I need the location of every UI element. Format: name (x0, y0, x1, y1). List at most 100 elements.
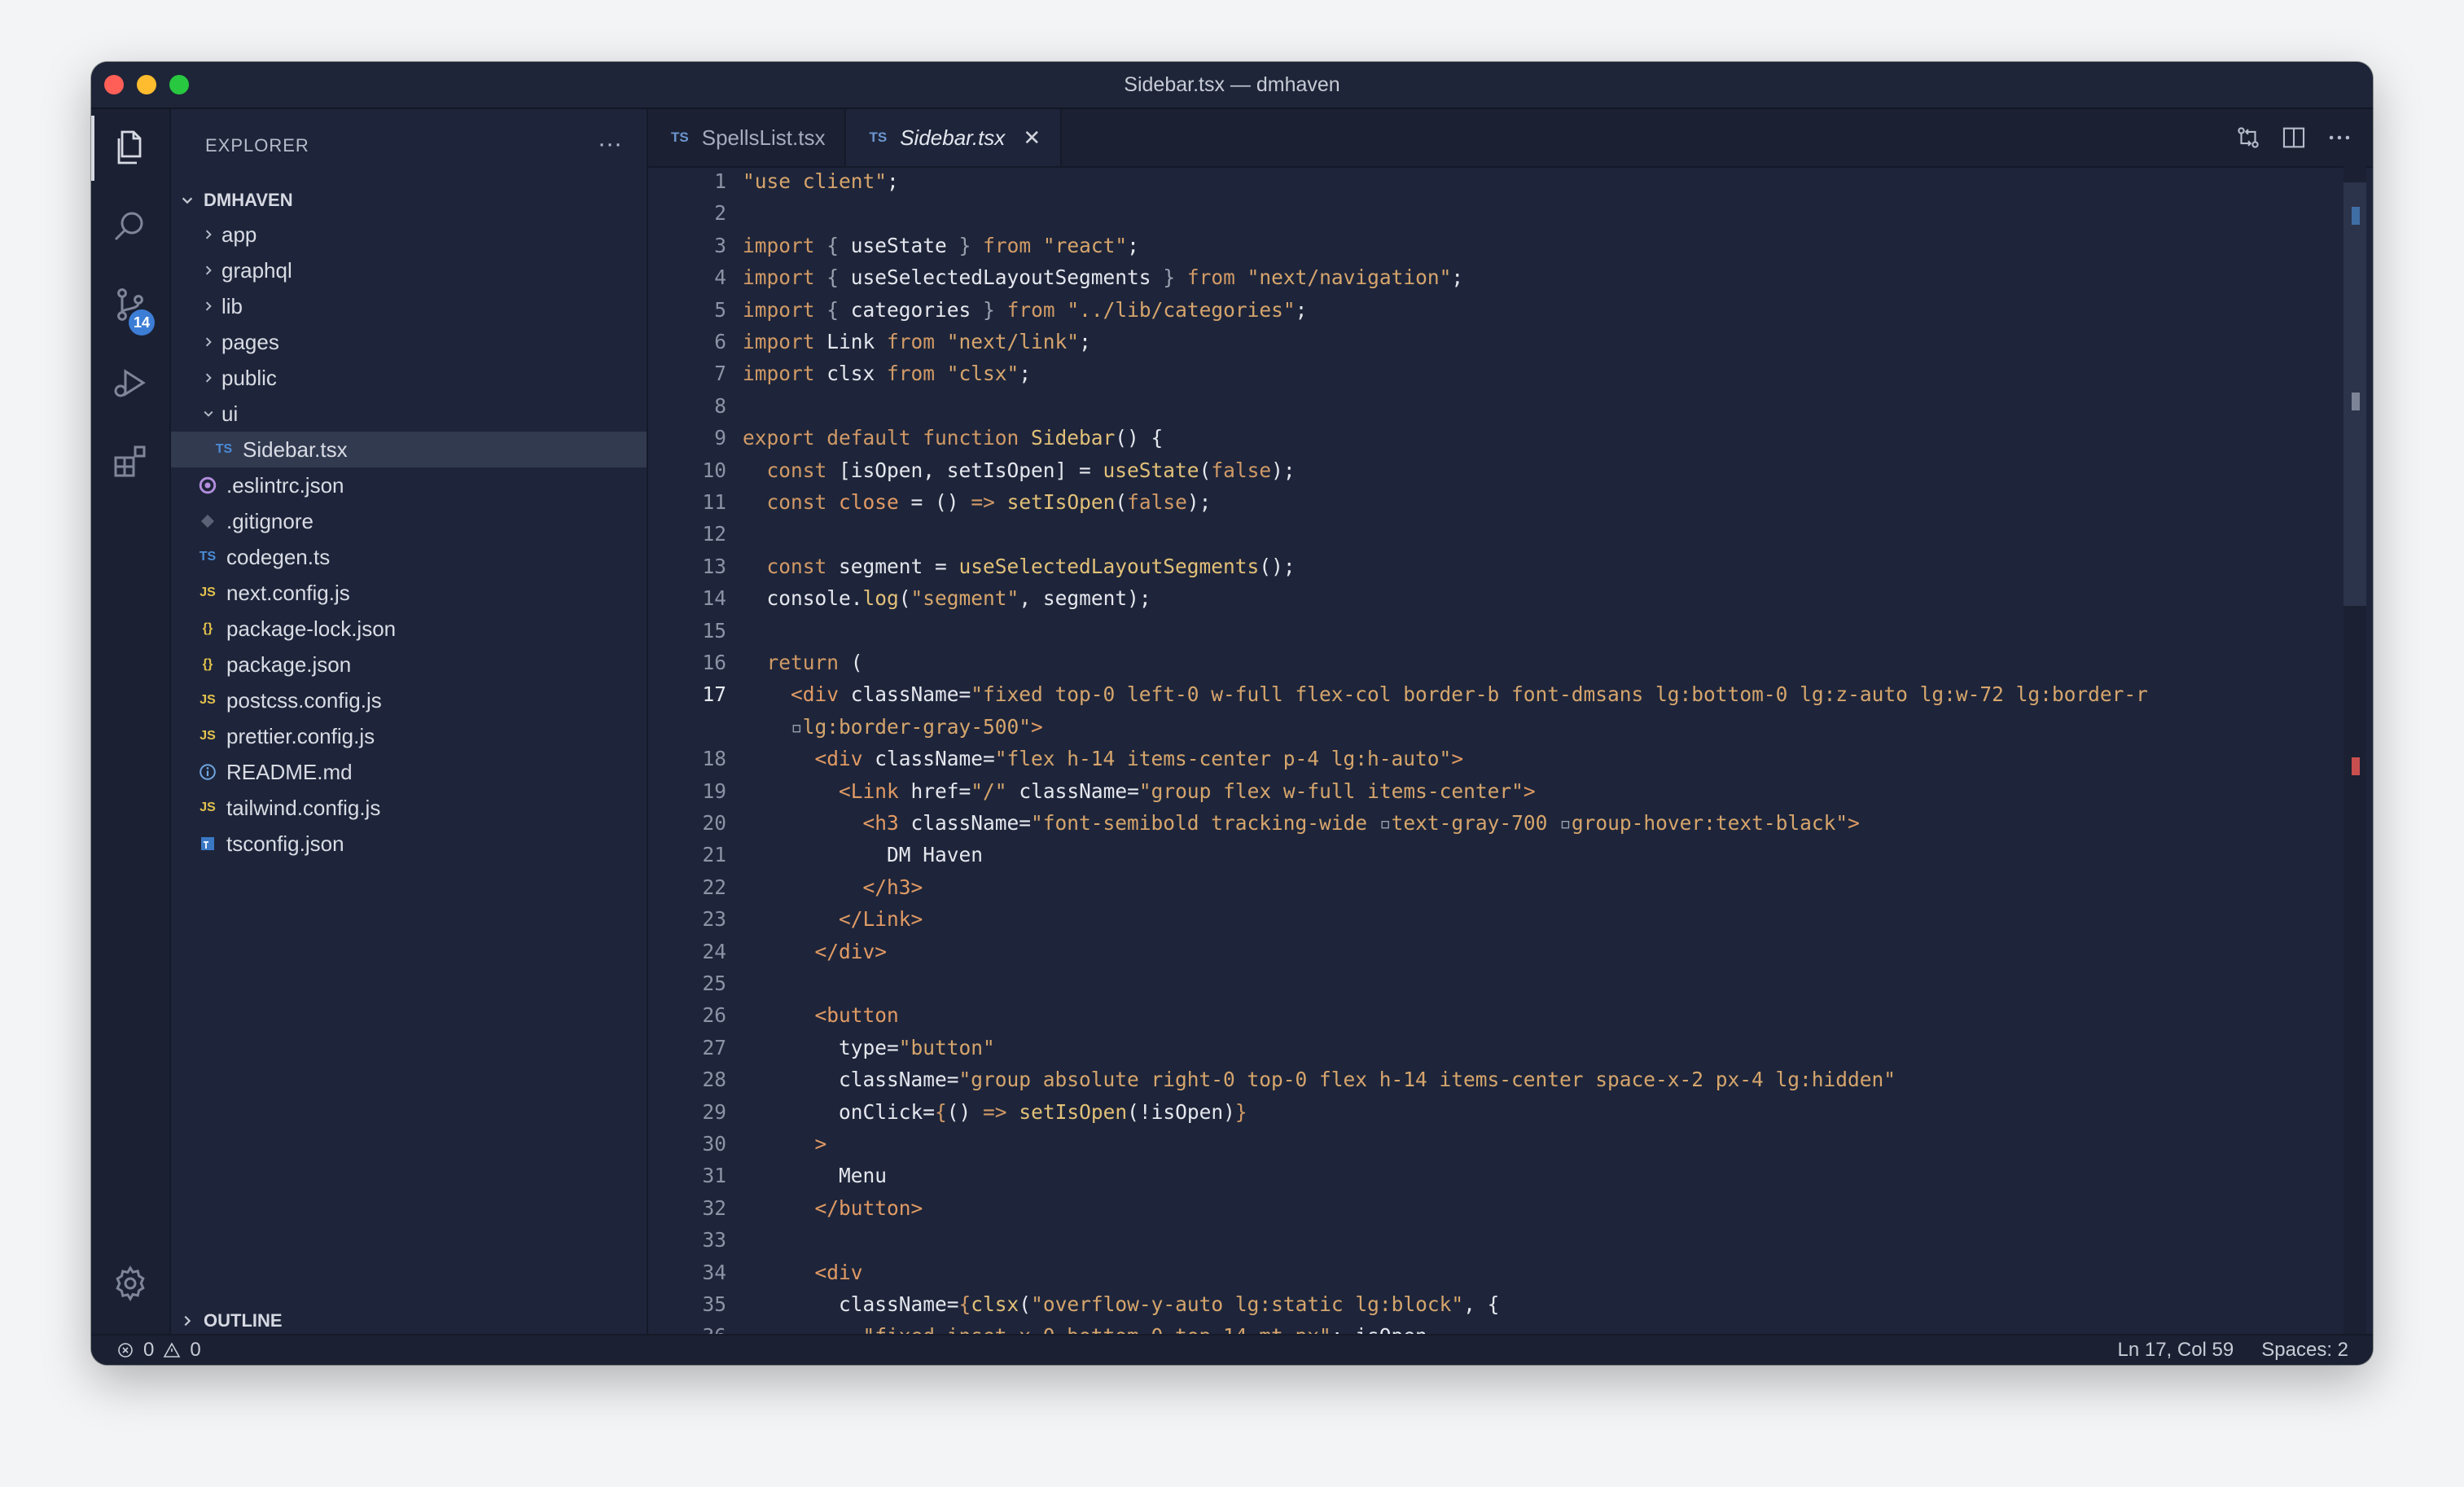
code-line[interactable]: 3 import { useState } from "react"; (648, 230, 2342, 261)
code-line[interactable]: 30 > (648, 1129, 2342, 1160)
close-icon[interactable]: ✕ (1023, 125, 1041, 151)
code-line[interactable]: 1 "use client"; (648, 166, 2342, 197)
code-line[interactable]: 7 import clsx from "clsx"; (648, 358, 2342, 389)
chevron-right-icon (195, 371, 221, 384)
tab-label: SpellsList.tsx (701, 125, 826, 150)
tree-folder-pages[interactable]: pages (171, 324, 647, 360)
line-source: const [isOpen, setIsOpen] = useState(fal… (743, 455, 1296, 486)
tree-file-next-config[interactable]: JS next.config.js (171, 575, 647, 611)
search-activity-button[interactable] (91, 187, 169, 265)
cursor-position[interactable]: Ln 17, Col 59 (2117, 1339, 2234, 1362)
source-control-activity-button[interactable]: 14 (91, 265, 169, 344)
tree-folder-app[interactable]: app (171, 217, 647, 252)
code-line[interactable]: 16 return ( (648, 647, 2342, 678)
code-line[interactable]: 4 import { useSelectedLayoutSegments } fr… (648, 262, 2342, 293)
code-line[interactable]: 31 Menu (648, 1160, 2342, 1191)
code-line[interactable]: 2 (648, 198, 2342, 229)
code-line[interactable]: 18 <div className="flex h-14 items-cente… (648, 744, 2342, 774)
code-line[interactable]: 22 </h3> (648, 872, 2342, 903)
tree-folder-graphql[interactable]: graphql (171, 252, 647, 288)
minimize-window-button[interactable] (137, 75, 156, 94)
more-actions-icon[interactable]: ··· (598, 130, 622, 158)
code-line[interactable]: 35 className={clsx("overflow-y-auto lg:s… (648, 1289, 2342, 1320)
more-actions-icon[interactable] (2326, 124, 2353, 151)
run-debug-activity-button[interactable] (91, 344, 169, 422)
tree-folder-ui[interactable]: ui (171, 396, 647, 432)
code-line[interactable]: 25 (648, 968, 2342, 999)
code-token: className= (898, 811, 1032, 835)
code-line[interactable]: 8 (648, 391, 2342, 422)
tree-file-postcss-config[interactable]: JS postcss.config.js (171, 682, 647, 718)
split-editor-icon[interactable] (2280, 124, 2308, 151)
code-line[interactable]: 10 const [isOpen, setIsOpen] = useState(… (648, 455, 2342, 486)
settings-activity-button[interactable] (91, 1244, 169, 1323)
code-line[interactable]: 27 type="button" (648, 1033, 2342, 1064)
close-window-button[interactable] (104, 75, 124, 94)
tree-file-gitignore[interactable]: .gitignore (171, 503, 647, 539)
scroll-marker (2352, 757, 2360, 775)
tree-file-codegen[interactable]: TS codegen.ts (171, 539, 647, 575)
code-line[interactable]: 24 </div> (648, 937, 2342, 967)
code-line[interactable]: 5 import { categories } from "../lib/cate… (648, 295, 2342, 326)
code-line[interactable]: 32 </button> (648, 1193, 2342, 1224)
code-line[interactable]: 9 export default function Sidebar() { (648, 423, 2342, 454)
code-token: "/" (971, 779, 1007, 803)
tree-file-prettier-config[interactable]: JS prettier.config.js (171, 718, 647, 754)
code-line[interactable]: 29 onClick={() => setIsOpen(!isOpen)} (648, 1097, 2342, 1128)
tree-file-package-lock[interactable]: {} package-lock.json (171, 611, 647, 647)
code-line[interactable]: 34 <div (648, 1257, 2342, 1288)
code-line[interactable]: 20 <h3 className="font-semibold tracking… (648, 808, 2342, 839)
indentation-status[interactable]: Spaces: 2 (2261, 1339, 2348, 1362)
tree-file-eslintrc[interactable]: .eslintrc.json (171, 467, 647, 503)
code-line[interactable]: 11 const close = () => setIsOpen(false); (648, 487, 2342, 518)
code-line[interactable]: 33 (648, 1225, 2342, 1256)
line-source: <Link href="/" className="group flex w-f… (743, 776, 1536, 807)
tab-sidebar[interactable]: TS Sidebar.tsx ✕ (846, 109, 1063, 166)
tree-folder-lib[interactable]: lib (171, 288, 647, 324)
javascript-file-icon: JS (199, 801, 216, 814)
code-line[interactable]: 19 <Link href="/" className="group flex … (648, 776, 2342, 807)
code-token: log (862, 586, 899, 611)
search-icon (114, 212, 143, 241)
tree-folder-public[interactable]: public (171, 360, 647, 396)
code-line[interactable]: 15 (648, 616, 2342, 647)
tree-file-readme[interactable]: README.md (171, 754, 647, 790)
tree-item-label: .gitignore (226, 508, 313, 533)
code-line[interactable]: 21 DM Haven (648, 840, 2342, 871)
code-editor[interactable]: 1 "use client"; 2 3 import { useState } from… (648, 166, 2342, 1336)
code-token: => (983, 1099, 1007, 1124)
code-line[interactable]: 13 const segment = useSelectedLayoutSegm… (648, 551, 2342, 582)
tab-bar: TS SpellsList.tsx TS Sidebar.tsx ✕ (648, 109, 2373, 168)
extensions-activity-button[interactable] (91, 422, 169, 500)
tree-file-tsconfig[interactable]: tsconfig.json (171, 826, 647, 862)
code-token: () { (1115, 426, 1164, 450)
zoom-window-button[interactable] (169, 75, 189, 94)
code-line[interactable]: 17 <div className="fixed top-0 left-0 w-… (648, 679, 2342, 710)
tree-file-sidebar-tsx[interactable]: TS Sidebar.tsx (171, 432, 647, 467)
window-title: Sidebar.tsx — dmhaven (1124, 72, 1340, 96)
line-number: 10 (702, 458, 726, 482)
code-token: "clsx" (946, 362, 1019, 386)
tree-file-package-json[interactable]: {} package.json (171, 647, 647, 682)
problems-status[interactable]: 0 0 (116, 1339, 201, 1362)
code-line[interactable]: 14 console.log("segment", segment); (648, 583, 2342, 614)
code-token: className= (1006, 779, 1139, 803)
line-source: "use client"; (743, 166, 899, 197)
code-line[interactable]: 28 className="group absolute right-0 top… (648, 1064, 2342, 1095)
code-line[interactable]: 12 (648, 519, 2342, 550)
tab-spellslist[interactable]: TS SpellsList.tsx (648, 109, 847, 166)
explorer-activity-button[interactable] (91, 109, 169, 187)
tree-file-tailwind-config[interactable]: JS tailwind.config.js (171, 790, 647, 826)
code-line[interactable]: 6 import Link from "next/link"; (648, 327, 2342, 357)
code-token: categories (839, 297, 984, 322)
workspace-root[interactable]: DMHAVEN (171, 182, 647, 218)
code-line[interactable]: ▫lg:border-gray-500"> (648, 712, 2342, 743)
line-number: 1 (714, 169, 726, 193)
code-token: return (766, 651, 840, 674)
code-line[interactable]: 23 </Link> (648, 904, 2342, 935)
source-control-badge: 14 (129, 309, 155, 336)
code-line[interactable]: 26 <button (648, 1000, 2342, 1031)
open-changes-icon[interactable] (2234, 124, 2262, 151)
